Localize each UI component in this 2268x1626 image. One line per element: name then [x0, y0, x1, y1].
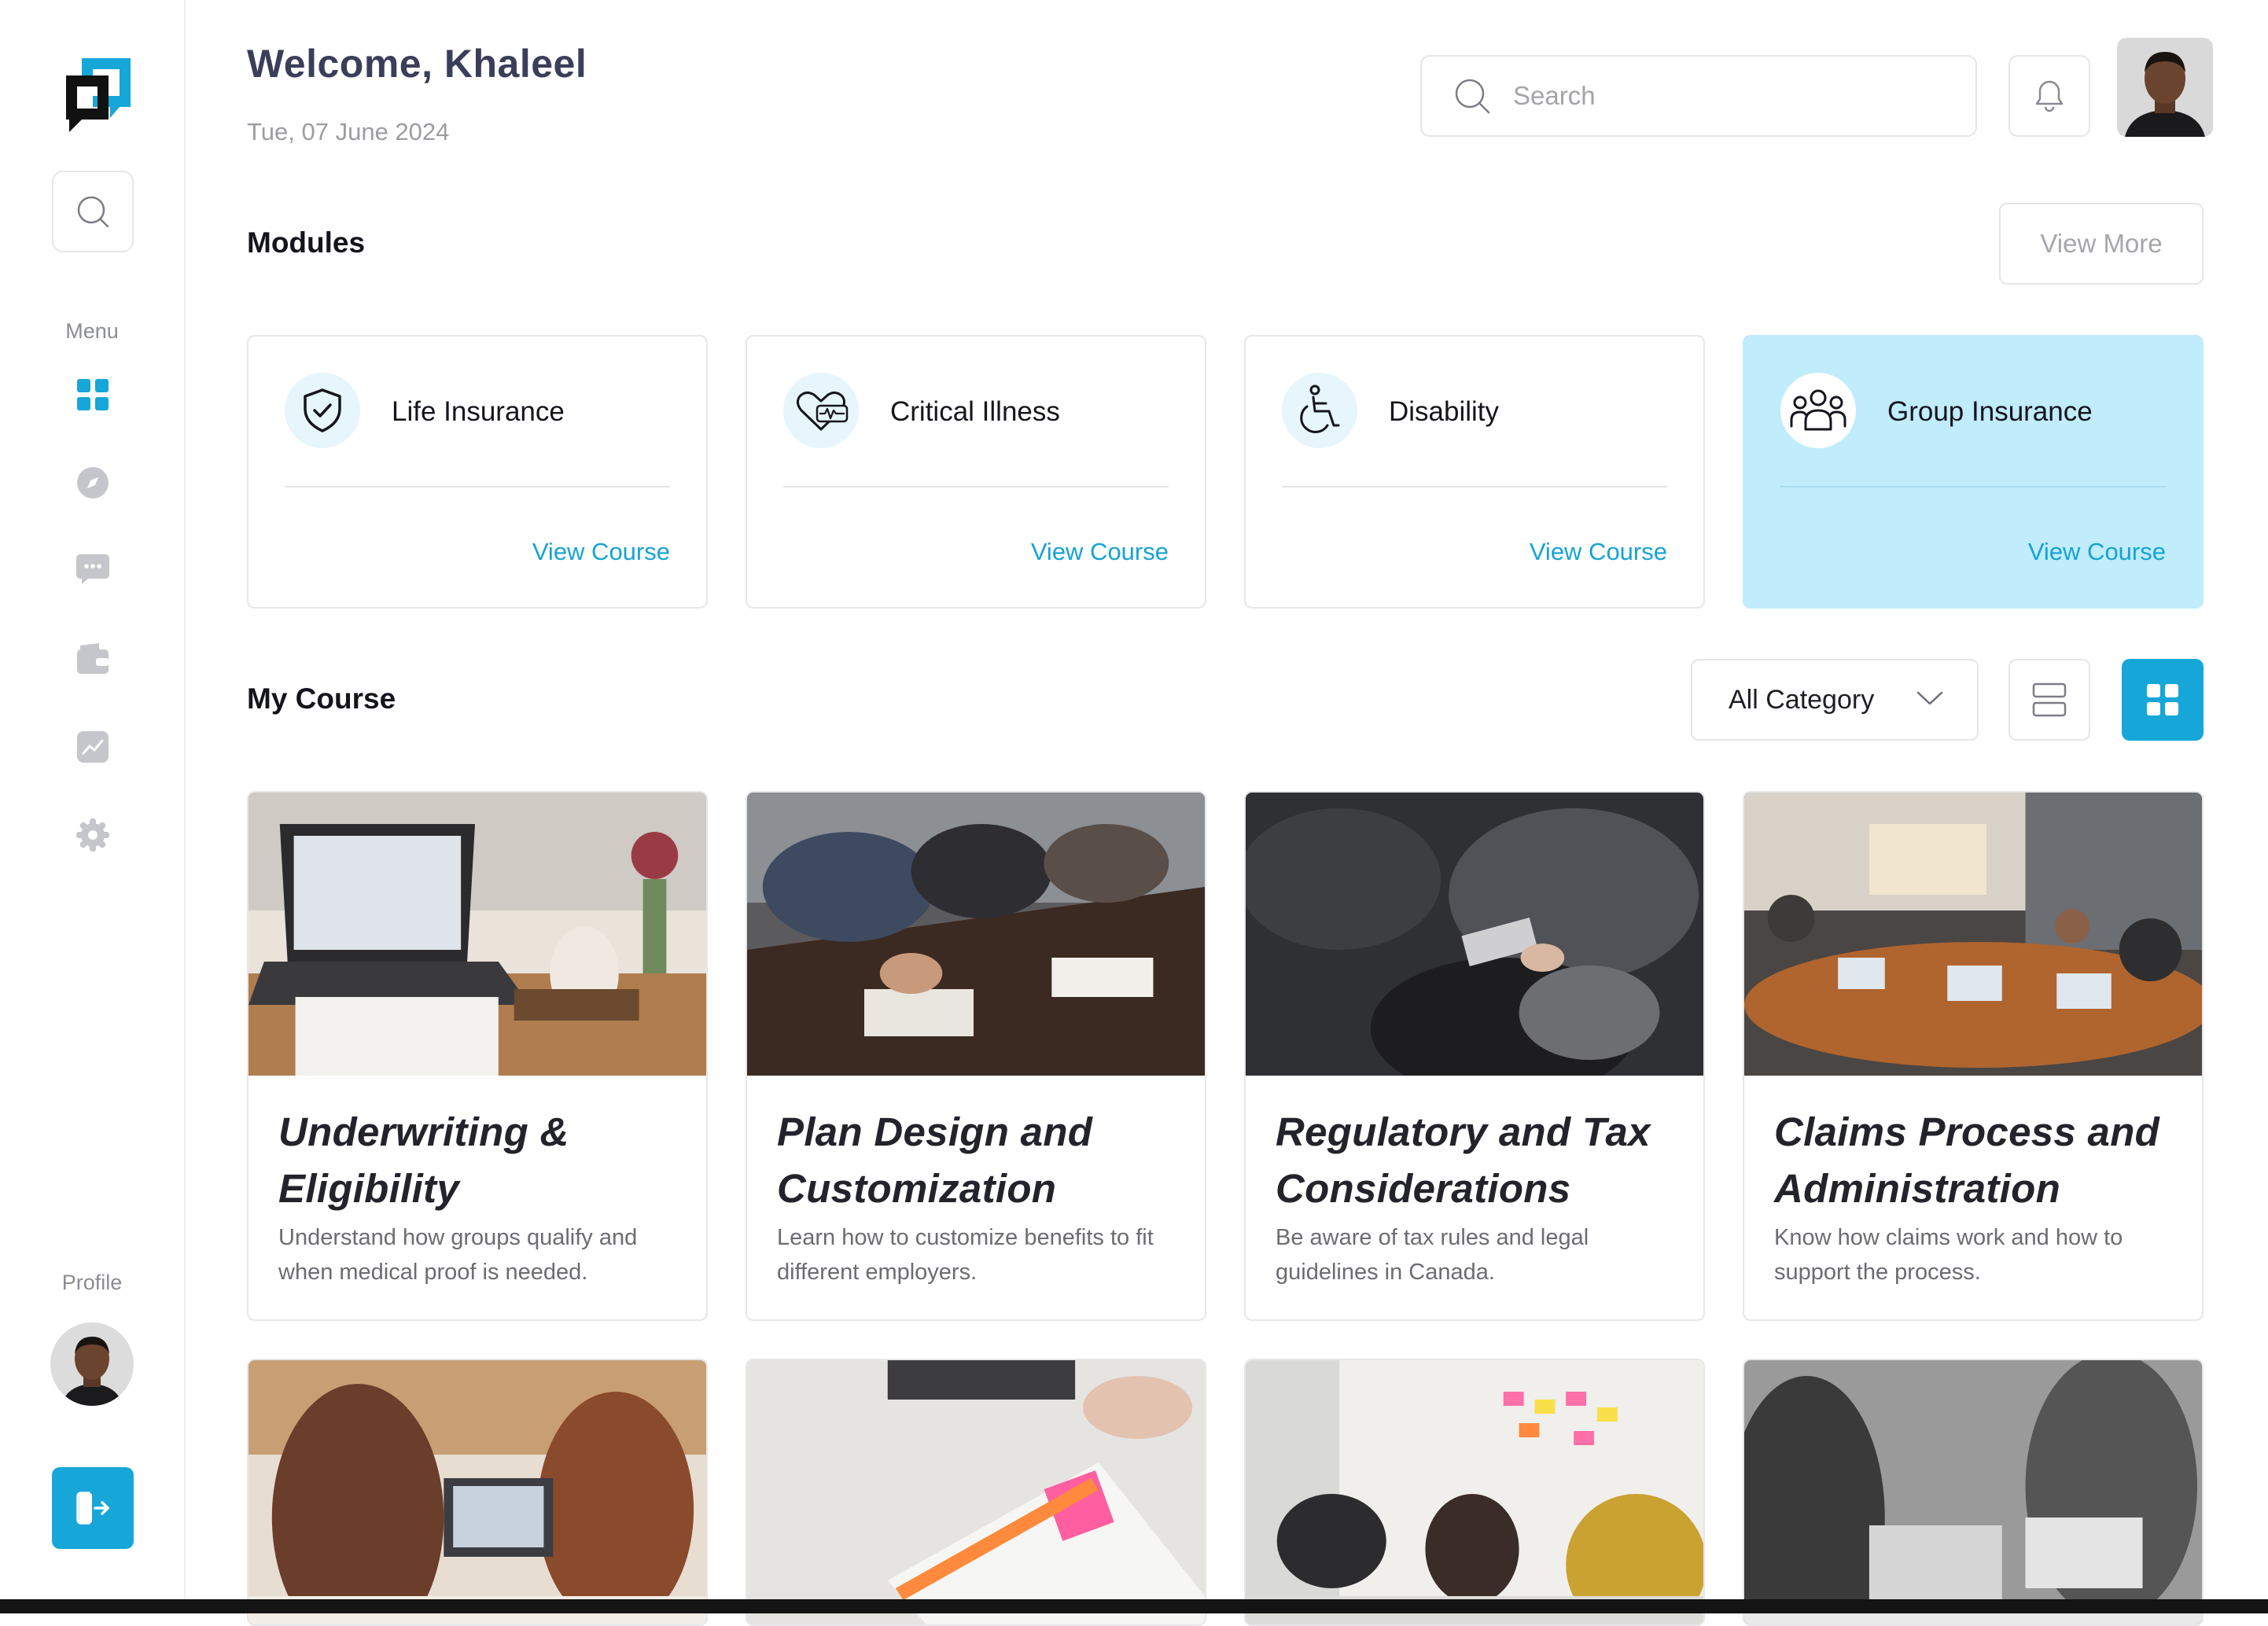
module-divider: [783, 486, 1169, 487]
menu-label: Menu: [65, 319, 119, 343]
course-card[interactable]: [1244, 1359, 1705, 1626]
view-course-link[interactable]: View Course: [2028, 538, 2166, 566]
user-avatar[interactable]: [2117, 38, 2213, 137]
welcome-heading: Welcome, Khaleel: [247, 42, 587, 86]
logout-icon: [76, 1492, 109, 1525]
category-select[interactable]: All Category: [1691, 659, 1979, 741]
search-icon: [77, 196, 109, 228]
wheelchair-icon: [1282, 373, 1357, 448]
compass-icon: [77, 467, 109, 498]
nav-dashboard[interactable]: [74, 376, 112, 414]
group-icon: [1780, 373, 1856, 448]
category-select-value: All Category: [1729, 684, 1875, 715]
course-card[interactable]: Claims Process and Administration Know h…: [1743, 791, 2204, 1321]
module-card-disability[interactable]: Disability View Course: [1244, 335, 1705, 609]
module-card-critical-illness[interactable]: Critical Illness View Course: [746, 335, 1206, 609]
heart-pulse-icon: [783, 373, 859, 448]
app-logo[interactable]: [63, 52, 135, 134]
module-title: Group Insurance: [1887, 396, 2093, 427]
sidebar-avatar[interactable]: [50, 1323, 134, 1406]
notifications-button[interactable]: [2008, 55, 2090, 137]
course-card[interactable]: Plan Design and Customization Learn how …: [746, 791, 1206, 1321]
my-course-title: My Course: [247, 682, 396, 715]
course-description: Know how claims work and how to support …: [1774, 1225, 2123, 1285]
current-date: Tue, 07 June 2024: [247, 118, 450, 145]
module-title: Critical Illness: [890, 396, 1060, 427]
view-course-link[interactable]: View Course: [532, 538, 670, 566]
nav-explore[interactable]: [74, 464, 112, 502]
bell-icon: [2035, 80, 2064, 112]
nav-wallet[interactable]: [74, 640, 112, 678]
nav-analytics[interactable]: [74, 728, 112, 766]
course-description: Be aware of tax rules and legal guidelin…: [1276, 1225, 1589, 1285]
modules-title: Modules: [247, 226, 366, 259]
settings-icon: [76, 819, 109, 852]
course-card[interactable]: [746, 1359, 1206, 1626]
course-card[interactable]: Regulatory and Tax Considerations Be awa…: [1244, 791, 1705, 1321]
nav-settings[interactable]: [74, 816, 112, 854]
course-description: Learn how to customize benefits to fit d…: [777, 1225, 1154, 1285]
wallet-icon: [77, 643, 109, 674]
course-thumbnail: [1246, 793, 1703, 1076]
course-title: Underwriting & Eligibility: [278, 1109, 569, 1211]
shield-check-icon: [285, 373, 360, 448]
course-title: Regulatory and Tax Considerations: [1276, 1109, 1651, 1211]
course-card[interactable]: Underwriting & Eligibility Understand ho…: [247, 791, 708, 1321]
module-divider: [1780, 486, 2166, 487]
module-divider: [1282, 486, 1667, 487]
chevron-down-icon: [1916, 691, 1943, 705]
grid-view-button[interactable]: [2122, 659, 2204, 741]
course-thumbnail: [1744, 1360, 2202, 1624]
sidebar-search-button[interactable]: [52, 171, 134, 252]
view-more-button[interactable]: View More: [1999, 203, 2204, 285]
course-title: Claims Process and Administration: [1774, 1109, 2160, 1211]
course-card[interactable]: [1743, 1359, 2204, 1626]
module-title: Life Insurance: [392, 396, 565, 427]
module-card-life-insurance[interactable]: Life Insurance View Course: [247, 335, 708, 609]
nav-messages[interactable]: [74, 550, 112, 588]
course-thumbnail: [1744, 793, 2202, 1076]
module-card-group-insurance[interactable]: Group Insurance View Course: [1743, 335, 2204, 609]
chat-icon: [76, 554, 109, 584]
profile-label: Profile: [61, 1271, 123, 1294]
list-view-icon: [2032, 682, 2067, 717]
grid-view-icon: [2147, 684, 2178, 716]
bottom-edge: [0, 1599, 2268, 1613]
analytics-icon: [77, 731, 109, 763]
course-thumbnail: [1246, 1360, 1703, 1624]
view-course-link[interactable]: View Course: [1530, 538, 1667, 566]
module-divider: [285, 486, 670, 487]
course-thumbnail: [747, 793, 1205, 1076]
module-title: Disability: [1389, 396, 1500, 427]
search-input[interactable]: [1511, 80, 1955, 112]
course-thumbnail: [747, 1360, 1205, 1624]
search-icon: [1453, 75, 1494, 116]
course-description: Understand how groups qualify and when m…: [278, 1225, 638, 1285]
list-view-button[interactable]: [2008, 659, 2090, 741]
course-title: Plan Design and Customization: [777, 1109, 1093, 1211]
sidebar: Menu Profile: [0, 0, 186, 1601]
logout-button[interactable]: [52, 1467, 134, 1549]
course-card[interactable]: [247, 1359, 708, 1626]
view-course-link[interactable]: View Course: [1031, 538, 1169, 566]
course-thumbnail: [249, 793, 706, 1076]
dashboard-icon: [77, 379, 109, 410]
search-bar[interactable]: [1420, 55, 1977, 137]
course-thumbnail: [249, 1360, 706, 1624]
